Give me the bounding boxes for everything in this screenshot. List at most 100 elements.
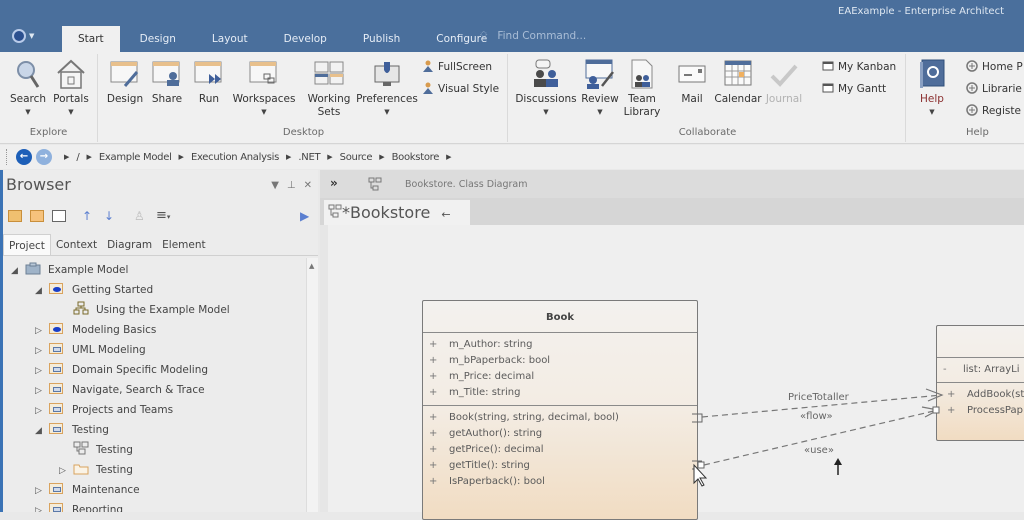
- home-page-button[interactable]: Home P: [966, 60, 1023, 73]
- connector-stereotype[interactable]: «use»: [804, 445, 834, 456]
- menu-icon[interactable]: ≡▾: [156, 209, 186, 222]
- tree-item[interactable]: ▷ Reporting: [35, 500, 123, 512]
- breadcrumb-separator-icon[interactable]: ▶: [446, 153, 451, 161]
- find-command-input[interactable]: 💡︎ Find Command...: [480, 30, 586, 43]
- new-model-folder-icon[interactable]: [8, 210, 22, 222]
- tab-layout[interactable]: Layout: [196, 26, 264, 52]
- title-bar: ▼ EAExample - Enterprise Architect Start…: [0, 0, 1024, 52]
- diagram-canvas[interactable]: Book + m_Author: string + m_bPaperback: boo…: [328, 225, 1024, 520]
- fullscreen-button[interactable]: FullScreen: [422, 60, 492, 73]
- collapsed-icon[interactable]: ▷: [35, 501, 49, 512]
- back-arrow-icon[interactable]: ←: [441, 208, 450, 221]
- register-button[interactable]: Registe: [966, 104, 1021, 117]
- close-icon[interactable]: ✕: [304, 180, 312, 191]
- calendar-button[interactable]: Calendar: [714, 58, 762, 106]
- team-library-button[interactable]: Team Library: [622, 58, 662, 119]
- preferences-button[interactable]: Preferences ▼: [356, 58, 418, 119]
- breadcrumb-item[interactable]: Execution Analysis: [191, 152, 279, 163]
- tree-item[interactable]: Testing: [59, 440, 133, 460]
- package-icon: [49, 423, 63, 434]
- my-kanban-button[interactable]: My Kanban: [822, 60, 896, 73]
- visual-style-button[interactable]: Visual Style: [422, 82, 499, 95]
- browser-tab-project[interactable]: Project: [3, 234, 51, 255]
- workspaces-button[interactable]: Workspaces ▼: [232, 58, 296, 119]
- search-button[interactable]: Search ▼: [8, 58, 48, 119]
- tree-item[interactable]: ▷ Navigate, Search & Trace: [35, 380, 205, 400]
- collapsed-icon[interactable]: ▷: [35, 321, 49, 341]
- help-button[interactable]: Help ▼: [914, 58, 950, 119]
- mail-icon: [676, 58, 708, 90]
- workspaces-icon: [248, 58, 280, 90]
- tab-publish[interactable]: Publish: [347, 26, 416, 52]
- group-desktop: Design Share Run Workspaces ▼ Working Sets: [100, 54, 508, 142]
- breadcrumb-item[interactable]: .NET: [298, 152, 320, 163]
- expanded-icon[interactable]: ◢: [11, 261, 25, 281]
- tree-item[interactable]: ▷ UML Modeling: [35, 340, 146, 360]
- portals-button[interactable]: Portals ▼: [50, 58, 92, 119]
- browser-tab-diagram[interactable]: Diagram: [102, 234, 157, 255]
- discussions-button[interactable]: Discussions ▼: [514, 58, 578, 119]
- libraries-button[interactable]: Librarie: [966, 82, 1022, 95]
- tab-start[interactable]: Start: [62, 26, 120, 52]
- journal-button[interactable]: Journal: [764, 58, 804, 106]
- breadcrumb-item[interactable]: Source: [340, 152, 373, 163]
- collapsed-icon[interactable]: ▷: [59, 461, 73, 481]
- expand-right-icon[interactable]: ▶: [300, 210, 314, 222]
- expanded-icon[interactable]: ◢: [35, 421, 49, 441]
- tree-scrollbar[interactable]: ▲: [306, 258, 318, 512]
- connector-stereotype[interactable]: «flow»: [800, 411, 833, 422]
- collapsed-icon[interactable]: ▷: [35, 361, 49, 381]
- working-sets-button[interactable]: Working Sets: [304, 58, 354, 119]
- tree-item[interactable]: ▷ Projects and Teams: [35, 400, 173, 420]
- diagram-tab-bookstore[interactable]: *Bookstore ←: [324, 200, 470, 225]
- back-button[interactable]: ←: [16, 149, 32, 165]
- browser-tab-context[interactable]: Context: [51, 234, 102, 255]
- dropdown-icon[interactable]: ▼: [271, 180, 279, 191]
- discussions-icon: [530, 58, 562, 90]
- new-folder-icon[interactable]: [30, 210, 44, 222]
- collapse-chevrons-icon[interactable]: »: [330, 176, 338, 190]
- collapsed-icon[interactable]: ▷: [35, 381, 49, 401]
- connectors-layer: [692, 388, 944, 487]
- tree-item-label: Reporting: [72, 504, 124, 512]
- toolbar-grip[interactable]: [6, 149, 12, 165]
- browser-tab-element[interactable]: Element: [157, 234, 210, 255]
- working-sets-icon: [313, 58, 345, 90]
- tab-develop[interactable]: Develop: [268, 26, 343, 52]
- tree-item[interactable]: ▷ Testing: [59, 460, 133, 480]
- collapsed-icon[interactable]: ▷: [35, 341, 49, 361]
- user-lock-icon[interactable]: ♙: [134, 210, 148, 222]
- collapsed-icon[interactable]: ▷: [35, 481, 49, 501]
- connector-label[interactable]: PriceTotaller: [788, 392, 849, 403]
- tree-item[interactable]: ▷ Domain Specific Modeling: [35, 360, 208, 380]
- design-button[interactable]: Design: [104, 58, 146, 106]
- home-icon: [55, 58, 87, 90]
- move-up-icon[interactable]: ↑: [82, 210, 96, 222]
- run-button[interactable]: Run: [190, 58, 228, 106]
- share-button[interactable]: Share: [148, 58, 186, 106]
- app-menu-button[interactable]: ▼: [12, 28, 44, 46]
- pin-icon[interactable]: ⊥: [287, 180, 296, 191]
- tab-design[interactable]: Design: [124, 26, 192, 52]
- browser-panel: Browser ▼ ⊥ ✕ ↑ ↓ ♙ ≡▾ ▶ Project Context D…: [0, 170, 318, 512]
- forward-button[interactable]: →: [36, 149, 52, 165]
- move-down-icon[interactable]: ↓: [104, 210, 118, 222]
- ea-logo-icon: [966, 82, 978, 94]
- mail-button[interactable]: Mail: [674, 58, 710, 106]
- tree-item[interactable]: ▷ Maintenance: [35, 480, 140, 500]
- breadcrumb-item[interactable]: Example Model: [99, 152, 172, 163]
- tree-item[interactable]: ◢ Testing: [35, 420, 109, 440]
- expanded-icon[interactable]: ◢: [35, 281, 49, 301]
- scroll-up-icon[interactable]: ▲: [309, 262, 314, 270]
- tree-item[interactable]: ◢ Getting Started: [35, 280, 153, 300]
- breadcrumb-item[interactable]: Bookstore: [392, 152, 440, 163]
- tree-item[interactable]: ◢ Example Model: [11, 260, 128, 280]
- new-diagram-icon[interactable]: [52, 210, 66, 222]
- tree-item[interactable]: ▷ Modeling Basics: [35, 320, 156, 340]
- collapsed-icon[interactable]: ▷: [35, 401, 49, 421]
- browser-title: Browser: [6, 175, 71, 194]
- tree-item[interactable]: Using the Example Model: [59, 300, 230, 320]
- breadcrumb-root[interactable]: /: [76, 152, 79, 163]
- review-button[interactable]: Review ▼: [580, 58, 620, 119]
- my-gantt-button[interactable]: My Gantt: [822, 82, 886, 95]
